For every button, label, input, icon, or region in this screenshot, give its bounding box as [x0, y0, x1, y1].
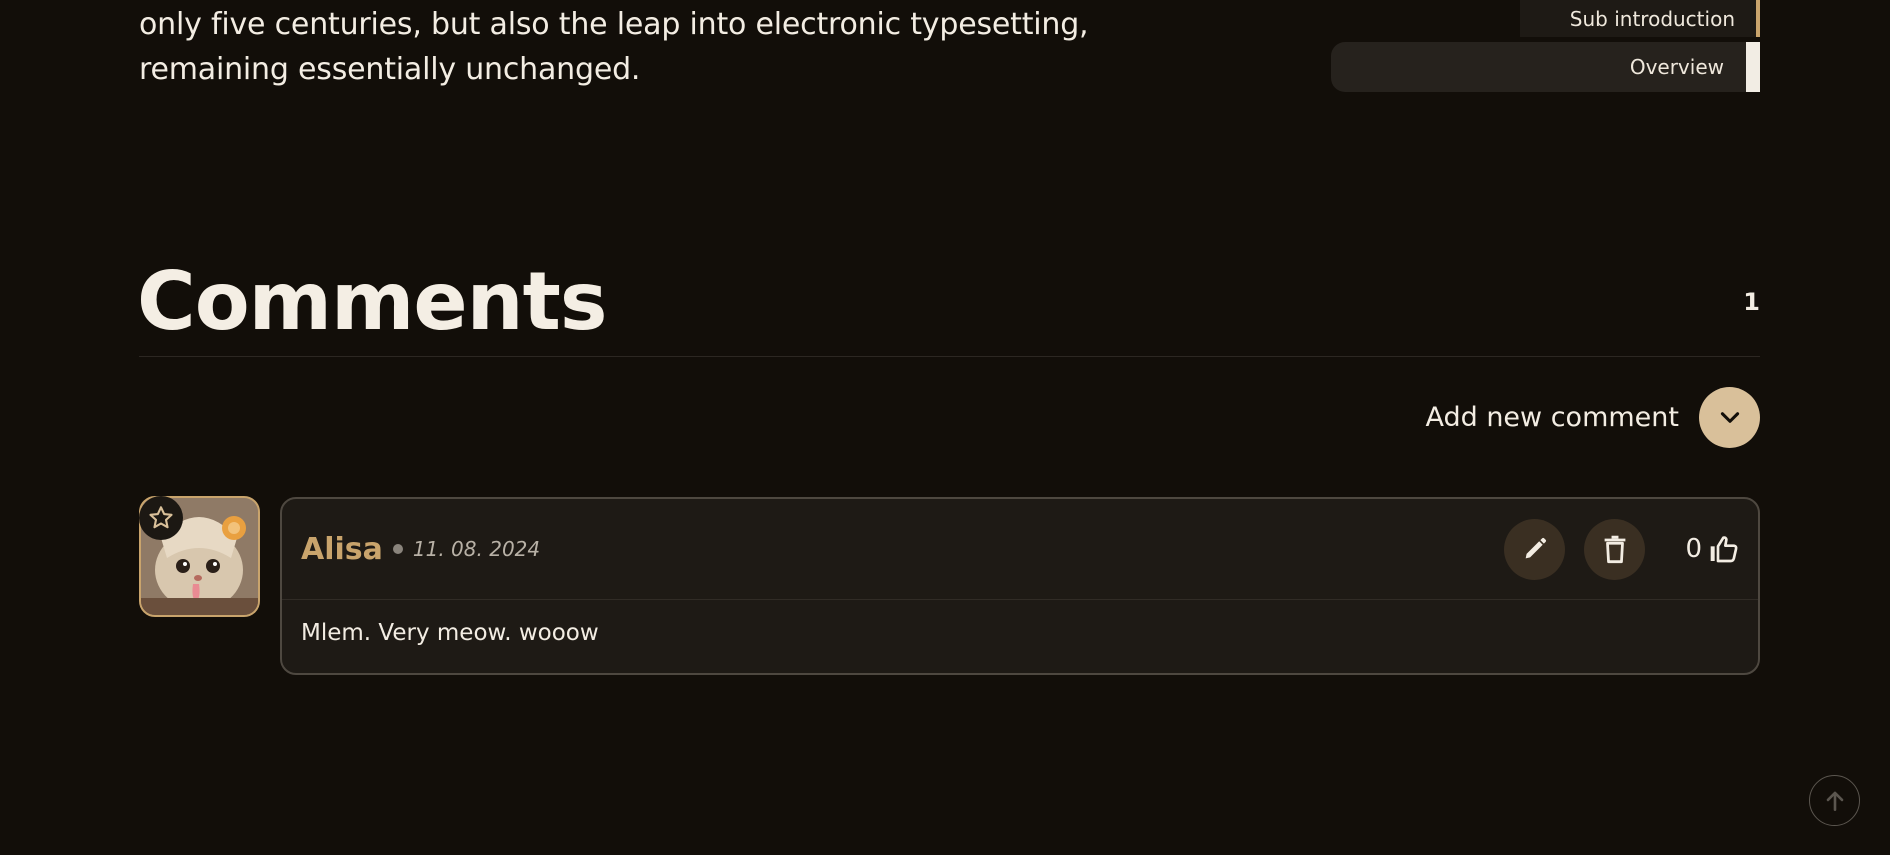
comment-author[interactable]: Alisa [301, 532, 383, 567]
toc-item-overview[interactable]: Overview [1331, 42, 1760, 92]
article-text: only five centuries, but also the leap i… [139, 2, 1139, 92]
star-icon [149, 506, 173, 529]
comment-actions: 0 [1485, 518, 1740, 580]
comments-count: 1 [1743, 288, 1760, 316]
comment-date: 11. 08. 2024 [412, 537, 541, 561]
toc-item-sub-introduction[interactable]: Sub introduction [1520, 0, 1760, 37]
toc-item-label: Sub introduction [1569, 6, 1735, 31]
section-divider [139, 356, 1760, 357]
thumbs-up-icon[interactable] [1708, 533, 1740, 565]
delete-button[interactable] [1584, 518, 1646, 580]
like-count: 0 [1685, 534, 1702, 564]
toc-item-label: Overview [1629, 55, 1724, 79]
comment-card: Alisa 11. 08. 2024 0 Mlem. Very meow. wo… [280, 497, 1760, 675]
edit-button[interactable] [1504, 518, 1566, 580]
add-comment-toggle[interactable]: Add new comment [1425, 386, 1760, 448]
comment-avatar-wrap [139, 496, 260, 617]
comment-header: Alisa 11. 08. 2024 0 [282, 499, 1758, 600]
like-control[interactable]: 0 [1685, 533, 1740, 565]
toc-active-indicator [1746, 42, 1760, 92]
comment-body: Mlem. Very meow. wooow [301, 620, 599, 646]
star-badge [139, 496, 183, 540]
add-comment-button[interactable] [1699, 386, 1760, 448]
back-to-top-button[interactable] [1809, 775, 1860, 826]
article-line: remaining essentially unchanged. [139, 52, 641, 87]
add-comment-label: Add new comment [1425, 401, 1679, 433]
comments-title: Comments [137, 255, 607, 348]
separator-dot [392, 544, 403, 554]
pencil-icon [1525, 537, 1547, 559]
trash-icon [1604, 535, 1626, 564]
arrow-up-icon [1826, 791, 1843, 811]
article-line: only five centuries, but also the leap i… [139, 7, 1089, 42]
chevron-down-icon [1720, 412, 1739, 423]
